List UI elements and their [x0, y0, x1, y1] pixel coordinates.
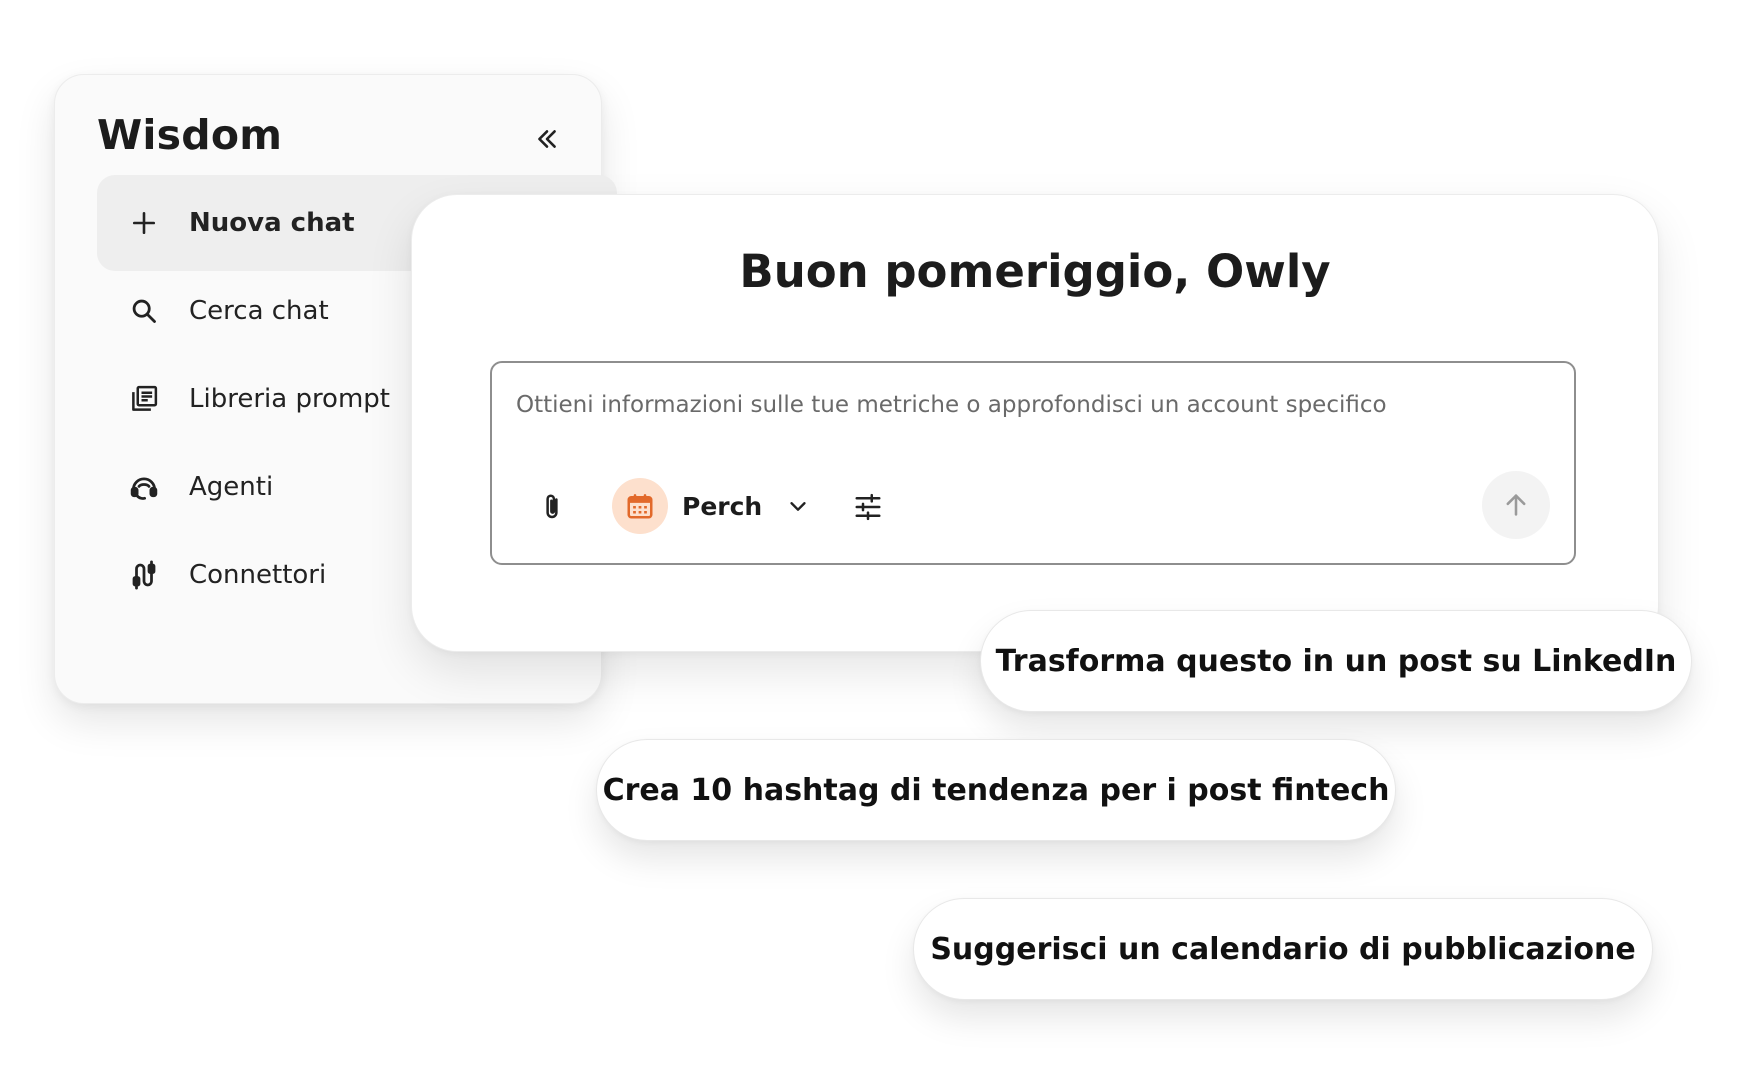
sidebar-item-label: Nuova chat	[189, 208, 355, 238]
chat-composer: Perch	[490, 361, 1576, 565]
settings-button[interactable]	[848, 487, 888, 527]
suggestion-text: Trasforma questo in un post su LinkedIn	[995, 643, 1677, 679]
sidebar-item-label: Connettori	[189, 560, 327, 590]
paperclip-icon	[546, 494, 558, 519]
account-name: Perch	[682, 491, 763, 521]
chat-input[interactable]	[516, 385, 1546, 425]
account-selector[interactable]: Perch	[612, 477, 810, 535]
search-icon	[125, 292, 163, 330]
stage: Wisdom Nuova chat Cerca chat Libreria pr…	[0, 0, 1746, 1080]
suggestion-text: Crea 10 hashtag di tendenza per i post f…	[602, 772, 1390, 808]
collapse-sidebar-button[interactable]	[529, 121, 565, 157]
sidebar-title: Wisdom	[97, 111, 283, 159]
double-chevron-left-icon	[538, 130, 556, 148]
greeting-title: Buon pomeriggio, Owly	[739, 245, 1331, 298]
account-avatar	[612, 478, 668, 534]
connector-icon	[125, 556, 163, 594]
suggestion-text: Suggerisci un calendario di pubblicazion…	[930, 931, 1636, 967]
chevron-down-icon	[786, 494, 810, 518]
send-button[interactable]	[1482, 471, 1550, 539]
sliders-icon	[855, 493, 881, 521]
sidebar-item-label: Agenti	[189, 472, 274, 502]
library-icon	[125, 380, 163, 418]
calendar-icon	[627, 494, 653, 519]
suggestion-pill[interactable]: Crea 10 hashtag di tendenza per i post f…	[596, 739, 1396, 841]
sidebar-item-label: Libreria prompt	[189, 384, 390, 414]
suggestion-pill[interactable]: Trasforma questo in un post su LinkedIn	[980, 610, 1692, 712]
suggestion-pill[interactable]: Suggerisci un calendario di pubblicazion…	[913, 898, 1653, 1000]
sidebar-item-label: Cerca chat	[189, 296, 329, 326]
agent-headset-icon	[125, 468, 163, 506]
attach-button[interactable]	[532, 487, 572, 527]
chat-card: Buon pomeriggio, Owly Ottieni informazio…	[411, 194, 1659, 652]
arrow-up-icon	[1506, 494, 1526, 516]
plus-icon	[125, 204, 163, 242]
